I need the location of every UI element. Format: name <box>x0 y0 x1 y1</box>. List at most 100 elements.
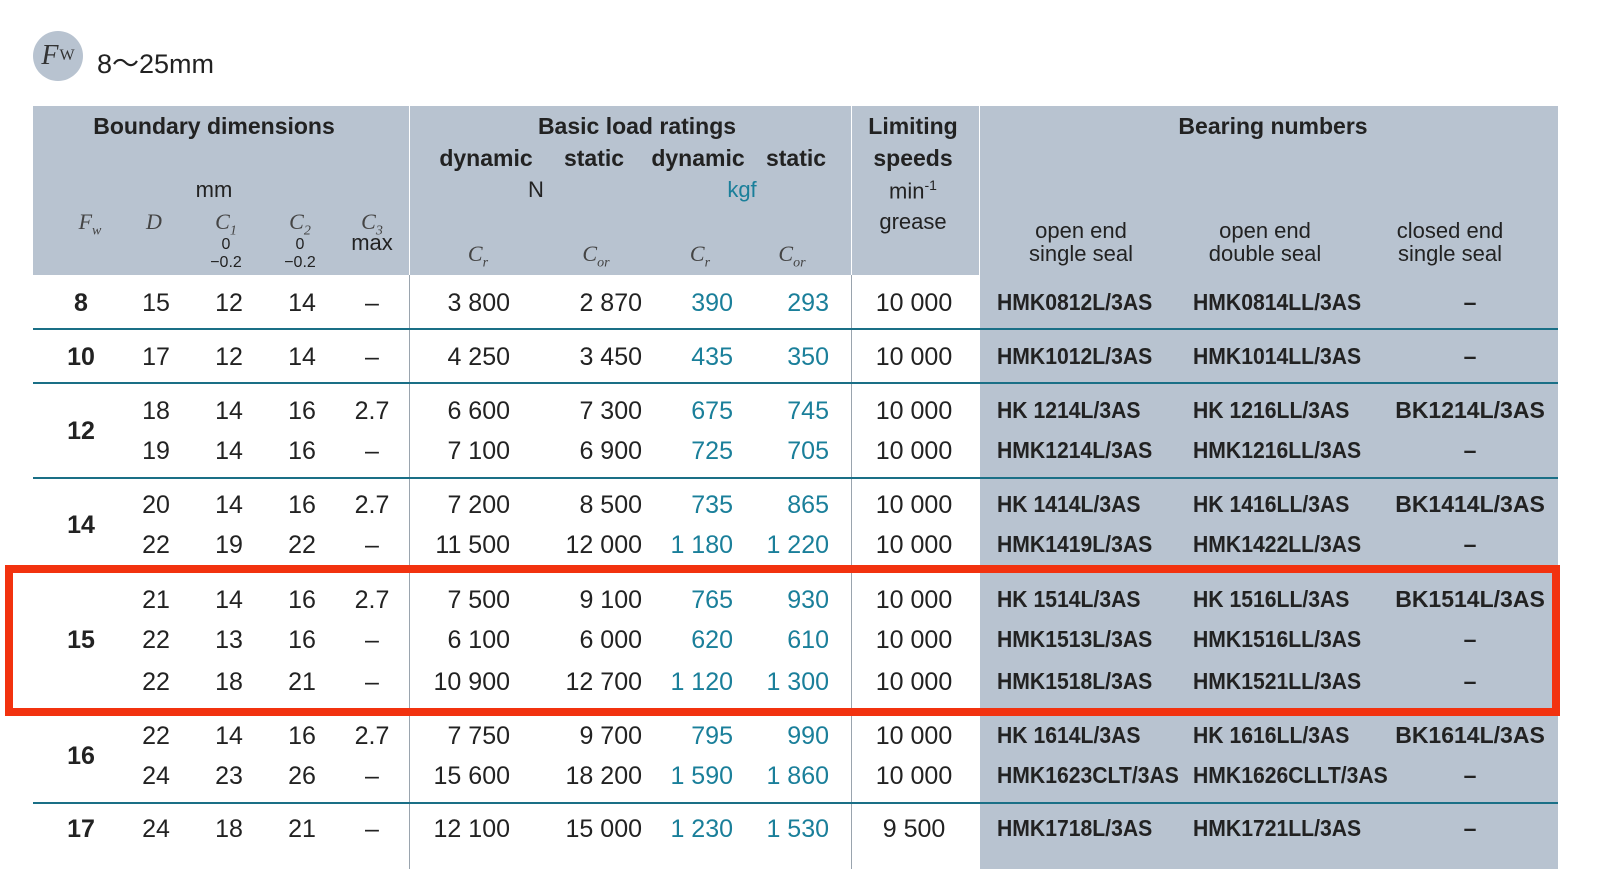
cell-cr-kgf: 795 <box>691 722 733 750</box>
cell-cr-n: 7 750 <box>447 722 510 750</box>
cell-c2: 16 <box>288 722 316 750</box>
cell-bearing-open-double: HK 1616LL/3AS <box>1193 722 1350 748</box>
cell-bearing-open-single: HMK0812L/3AS <box>997 289 1153 315</box>
cell-cr-kgf: 725 <box>691 437 733 465</box>
cell-cr-kgf: 735 <box>691 491 733 519</box>
header-col-cor-n: Cor <box>582 241 610 271</box>
cell-bearing-open-double: HMK0814LL/3AS <box>1193 289 1362 315</box>
fw-group-label: 17 <box>67 815 95 843</box>
header-basic-load-ratings: Basic load ratings <box>537 113 737 139</box>
group-separator <box>33 382 1558 384</box>
cell-bearing-closed-single: BK1414L/3AS <box>1395 491 1545 517</box>
cell-d: 17 <box>142 343 170 371</box>
header-col-cr-n: Cr <box>467 241 489 271</box>
highlight-box <box>5 565 1560 716</box>
cell-d: 18 <box>142 397 170 425</box>
fw-group-label: 16 <box>67 742 95 770</box>
cell-cr-kgf: 390 <box>691 289 733 317</box>
header-grease: grease <box>879 209 947 234</box>
fw-group-label: 12 <box>67 417 95 445</box>
cell-c3: – <box>365 762 379 790</box>
cell-c2: 21 <box>288 815 316 843</box>
header-boundary-dimensions: Boundary dimensions <box>93 113 335 139</box>
cell-cr-n: 3 800 <box>447 289 510 317</box>
cell-c1: 18 <box>215 815 243 843</box>
cell-bearing-open-double: HK 1416LL/3AS <box>1193 491 1350 517</box>
cell-cor-kgf: 350 <box>787 343 829 371</box>
fw-group-label: 8 <box>74 289 88 317</box>
fw-group-label: 10 <box>67 343 95 371</box>
cell-cor-kgf: 1 860 <box>766 762 829 790</box>
fw-subscript: W <box>59 47 75 64</box>
cell-cor-kgf: 1 220 <box>766 531 829 559</box>
header-static-n: static <box>563 145 625 171</box>
header-col-c1: C1 <box>215 209 237 239</box>
cell-bearing-open-double: HMK1422LL/3AS <box>1193 531 1362 557</box>
cell-bearing-closed-single: – <box>1463 815 1477 841</box>
cell-bearing-closed-single: – <box>1463 437 1477 463</box>
cell-cor-kgf: 745 <box>787 397 829 425</box>
header-col-d: D <box>146 209 162 234</box>
cell-limiting-speed: 10 000 <box>875 491 953 519</box>
cell-c1: 19 <box>215 531 243 559</box>
cell-cor-n: 2 870 <box>579 289 642 317</box>
cell-c2: 16 <box>288 437 316 465</box>
cell-c1: 14 <box>215 491 243 519</box>
header-divider <box>979 106 980 275</box>
header-limiting: Limiting <box>868 113 958 139</box>
header-unit-n: N <box>528 177 544 202</box>
cell-cr-n: 7 100 <box>447 437 510 465</box>
cell-bearing-open-single: HMK1419L/3AS <box>997 531 1153 557</box>
cell-c2: 26 <box>288 762 316 790</box>
cell-bearing-open-single: HMK1214L/3AS <box>997 437 1153 463</box>
cell-c2: 22 <box>288 531 316 559</box>
group-separator <box>33 802 1558 804</box>
header-divider <box>409 106 410 275</box>
cell-cor-n: 7 300 <box>579 397 642 425</box>
cell-cr-n: 6 600 <box>447 397 510 425</box>
cell-c1: 23 <box>215 762 243 790</box>
cell-bearing-open-double: HMK1626CLLT/3AS <box>1193 762 1388 788</box>
cell-limiting-speed: 10 000 <box>875 531 953 559</box>
cell-cr-n: 7 200 <box>447 491 510 519</box>
cell-bearing-open-single: HK 1414L/3AS <box>997 491 1141 517</box>
cell-cor-n: 12 000 <box>565 531 642 559</box>
cell-limiting-speed: 10 000 <box>875 343 953 371</box>
cell-cr-kgf: 1 230 <box>670 815 733 843</box>
cell-bearing-open-single: HK 1614L/3AS <box>997 722 1141 748</box>
cell-c2: 16 <box>288 397 316 425</box>
cell-bearing-closed-single: – <box>1463 289 1477 315</box>
group-separator <box>33 477 1558 479</box>
cell-c1: 14 <box>215 437 243 465</box>
cell-c2: 14 <box>288 343 316 371</box>
cell-cor-n: 9 700 <box>579 722 642 750</box>
cell-cor-kgf: 705 <box>787 437 829 465</box>
cell-c3: 2.7 <box>354 722 390 750</box>
cell-cr-n: 4 250 <box>447 343 510 371</box>
cell-bearing-open-single: HMK1012L/3AS <box>997 343 1153 369</box>
header-unit-kgf: kgf <box>727 177 757 202</box>
header-speed-unit: min-1 <box>889 177 937 204</box>
cell-bearing-closed-single: BK1614L/3AS <box>1395 722 1545 748</box>
cell-d: 22 <box>142 531 170 559</box>
cell-c3: 2.7 <box>354 397 390 425</box>
cell-bearing-open-double: HMK1014LL/3AS <box>1193 343 1362 369</box>
cell-cr-n: 15 600 <box>433 762 510 790</box>
header-speeds: speeds <box>873 145 953 171</box>
cell-d: 19 <box>142 437 170 465</box>
header-closed-single-2: single seal <box>1398 241 1502 266</box>
cell-d: 15 <box>142 289 170 317</box>
cell-bearing-open-single: HMK1718L/3AS <box>997 815 1153 841</box>
cell-cr-kgf: 675 <box>691 397 733 425</box>
cell-limiting-speed: 10 000 <box>875 437 953 465</box>
cell-bearing-closed-single: – <box>1463 762 1477 788</box>
header-divider <box>851 106 852 275</box>
cell-c3: – <box>365 815 379 843</box>
header-open-single-2: single seal <box>1029 241 1133 266</box>
cell-cor-n: 15 000 <box>565 815 642 843</box>
header-dynamic-n: dynamic <box>439 145 533 171</box>
cell-c1: 12 <box>215 289 243 317</box>
header-col-c3-max: max <box>351 230 393 255</box>
cell-cor-n: 6 900 <box>579 437 642 465</box>
header-unit-mm: mm <box>195 177 233 202</box>
